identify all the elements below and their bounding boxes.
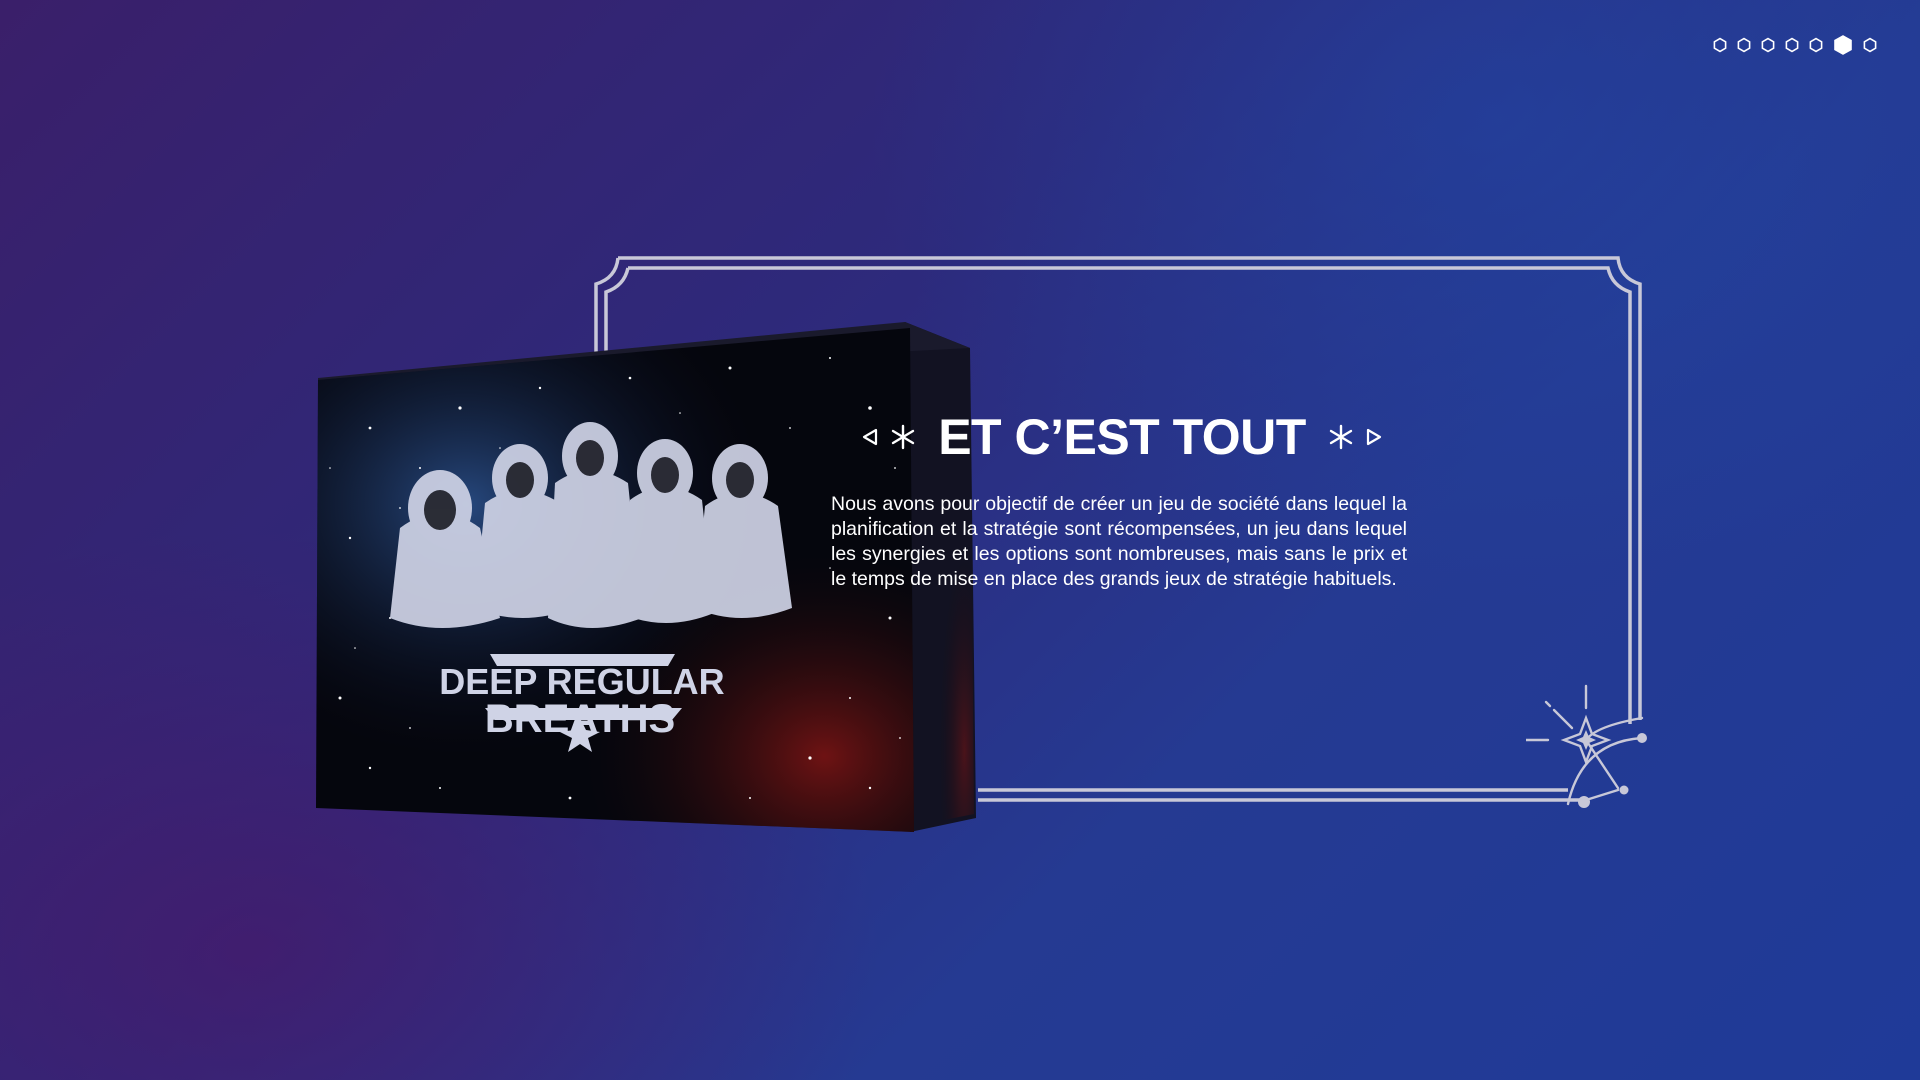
- pager-dot-4[interactable]: [1784, 37, 1800, 53]
- slide-heading: ET C’EST TOUT: [852, 402, 1392, 472]
- pager-dot-3[interactable]: [1760, 37, 1776, 53]
- asterisk-star-icon: [891, 424, 915, 450]
- triangle-right-outline-icon: [1366, 428, 1381, 446]
- page-title: ET C’EST TOUT: [938, 409, 1306, 465]
- logo-line-2: BREATHS: [485, 697, 675, 741]
- slide-body-text: Nous avons pour objectif de créer un jeu…: [831, 493, 1407, 590]
- heading-right-deco: [1328, 424, 1382, 450]
- pager-dot-2[interactable]: [1736, 37, 1752, 53]
- heading-left-deco: [862, 424, 916, 450]
- slide-pager: [1712, 34, 1878, 56]
- asterisk-star-icon: [1329, 424, 1352, 450]
- logo-line-1: DEEP REGULAR: [439, 661, 724, 702]
- compass-star-icon: [1526, 684, 1647, 808]
- pager-dot-5[interactable]: [1808, 37, 1824, 53]
- triangle-left-outline-icon: [863, 428, 878, 446]
- pager-dot-6-active[interactable]: [1832, 34, 1854, 56]
- pager-dot-7[interactable]: [1862, 37, 1878, 53]
- pager-dot-1[interactable]: [1712, 37, 1728, 53]
